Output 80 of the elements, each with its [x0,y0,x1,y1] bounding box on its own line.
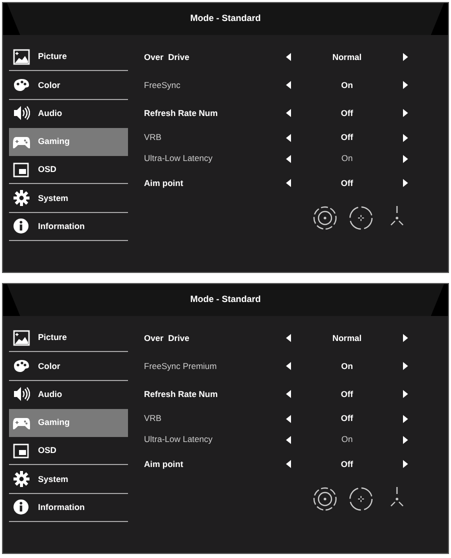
setting-label: Over Drive [144,332,190,344]
arrow-left-icon[interactable] [286,81,291,89]
arrow-right-icon[interactable] [403,460,408,468]
arrow-right-icon[interactable] [403,334,408,342]
menu-item[interactable]: Gaming [9,128,128,156]
arrow-left-icon[interactable] [286,460,291,468]
speaker-icon [13,105,30,122]
speaker-icon [13,386,30,402]
arrow-left-icon[interactable] [286,134,291,142]
setting-value: Off [340,458,354,470]
arrow-left-icon[interactable] [286,109,291,117]
setting-value: On [340,433,354,446]
arrow-left-icon[interactable] [286,362,291,370]
menu-item[interactable]: Picture [9,43,128,72]
window-icon [13,162,30,178]
setting-value: Off [340,388,354,400]
arrow-right-icon[interactable] [403,154,408,162]
setting-label: VRB [144,131,162,144]
setting-label: FreeSync [144,78,182,92]
setting-value: Off [340,412,354,425]
info-icon [13,499,30,516]
arrow-right-icon[interactable] [403,414,408,422]
mode-title: Mode - Standard [190,12,261,26]
setting-value: Normal [331,332,363,344]
setting-value: On [340,360,354,372]
menu-item[interactable]: Information [9,212,128,242]
setting-label: Aim point [144,458,184,470]
picture-icon [13,48,30,65]
menu-item[interactable]: OSD [9,156,128,184]
menu-item[interactable]: Picture [9,324,128,352]
setting-label: Ultra-Low Latency [144,152,214,165]
window-icon [13,442,30,459]
setting-label: Refresh Rate Num [144,106,219,120]
menu-item[interactable]: Audio [9,100,128,128]
setting-value: Off [340,131,354,144]
menu-item[interactable]: System [9,184,128,213]
menu-item[interactable]: Audio [9,380,128,409]
setting-value: On [340,152,354,165]
arrow-right-icon[interactable] [403,134,408,142]
setting-value: On [340,78,354,92]
arrow-left-icon[interactable] [286,436,291,444]
mode-title: Mode - Standard [190,293,261,306]
setting-label: VRB [144,412,162,425]
arrow-left-icon[interactable] [286,179,291,187]
menu-item[interactable]: Color [9,352,128,381]
setting-label: Aim point [144,176,184,190]
setting-value: Normal [331,50,363,64]
setting-value: Off [340,176,354,190]
menu-item[interactable]: Gaming [9,408,128,438]
palette-icon [13,76,30,93]
menu-item[interactable]: System [9,465,128,494]
setting-label: Over Drive [144,50,190,64]
arrow-right-icon[interactable] [403,179,408,187]
menu-item[interactable]: Information [9,494,128,522]
arrow-left-icon[interactable] [286,154,291,162]
info-icon [13,218,30,234]
arrow-left-icon[interactable] [286,414,291,422]
arrow-left-icon[interactable] [286,53,291,61]
arrow-right-icon[interactable] [403,81,408,89]
settings-icon [13,190,30,206]
setting-label: Ultra-Low Latency [144,433,214,446]
setting-label: FreeSync Premium [144,360,218,372]
arrow-left-icon[interactable] [286,334,291,342]
menu-item[interactable]: OSD [9,437,128,466]
arrow-right-icon[interactable] [403,436,408,444]
crosshair-icon [348,486,374,512]
arrow-right-icon[interactable] [403,53,408,61]
crosshair-icon [312,486,338,512]
arrow-right-icon[interactable] [403,362,408,370]
settings-icon [13,471,30,488]
arrow-right-icon[interactable] [403,390,408,398]
crosshair-icon [312,205,338,231]
arrow-right-icon[interactable] [403,109,408,117]
setting-label: Refresh Rate Num [144,388,219,400]
setting-value: Off [340,106,354,120]
picture-icon [13,330,30,346]
palette-icon [13,358,30,374]
arrow-left-icon[interactable] [286,390,291,398]
menu-item[interactable]: Color [9,71,128,100]
crosshair-icon [348,205,374,231]
